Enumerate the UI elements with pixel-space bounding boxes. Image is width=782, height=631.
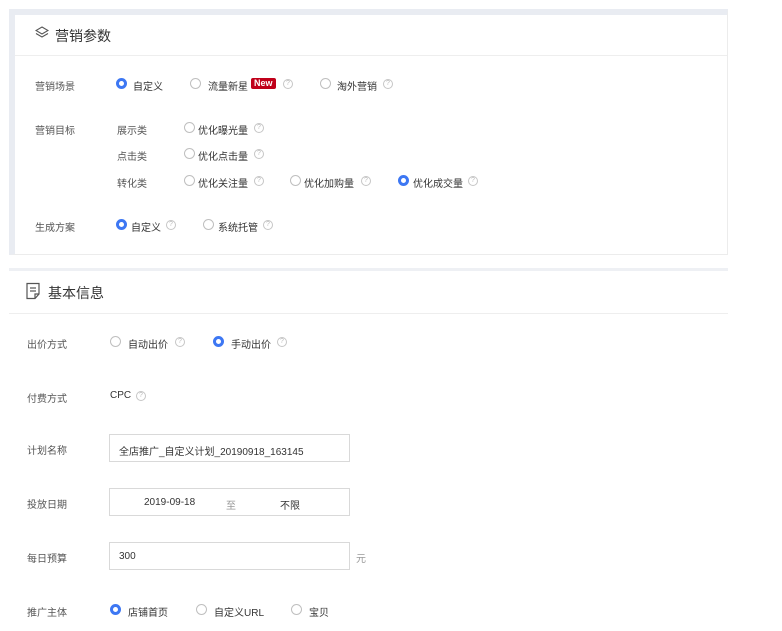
- layers-icon: [35, 26, 49, 38]
- help-icon[interactable]: ?: [383, 79, 393, 89]
- goal-exposure-label[interactable]: 优化曝光量: [198, 122, 248, 137]
- help-icon[interactable]: ?: [254, 123, 264, 133]
- date-label: 投放日期: [27, 500, 67, 511]
- budget-input[interactable]: 300: [109, 542, 350, 570]
- subject-url-radio[interactable]: [196, 604, 207, 615]
- subject-shop-radio[interactable]: [110, 604, 121, 615]
- subject-url-label[interactable]: 自定义URL: [214, 604, 264, 619]
- plan-name-label: 计划名称: [27, 446, 67, 457]
- basic-info-divider: [9, 313, 728, 314]
- plan-custom-radio[interactable]: [116, 219, 127, 230]
- subject-shop-label[interactable]: 店铺首页: [128, 604, 168, 619]
- date-separator: 至: [226, 501, 236, 512]
- bid-manual-radio[interactable]: [213, 336, 224, 347]
- document-icon: [26, 282, 40, 300]
- payment-label: 付费方式: [27, 394, 67, 405]
- help-icon[interactable]: ?: [277, 337, 287, 347]
- help-icon[interactable]: ?: [175, 337, 185, 347]
- goal-follow-label[interactable]: 优化关注量: [198, 175, 248, 190]
- plan-system-radio[interactable]: [203, 219, 214, 230]
- budget-value: 300: [119, 551, 136, 562]
- help-icon[interactable]: ?: [254, 149, 264, 159]
- scene-custom-radio[interactable]: [116, 78, 127, 89]
- goal-deal-label[interactable]: 优化成交量: [413, 175, 463, 190]
- subject-label: 推广主体: [27, 608, 67, 619]
- goal-cart-radio[interactable]: [290, 175, 301, 186]
- help-icon[interactable]: ?: [254, 176, 264, 186]
- scene-traffic-label[interactable]: 流量新星: [208, 78, 248, 93]
- help-icon[interactable]: ?: [263, 220, 273, 230]
- scene-outside-label[interactable]: 淘外营销: [337, 78, 377, 93]
- goal-label: 营销目标: [35, 126, 75, 137]
- budget-label: 每日预算: [27, 554, 67, 565]
- goal-clicks-radio[interactable]: [184, 148, 195, 159]
- basic-info-title: 基本信息: [48, 285, 104, 301]
- scene-custom-label[interactable]: 自定义: [133, 78, 163, 93]
- date-end[interactable]: 不限: [280, 497, 300, 512]
- goal-clicks-label[interactable]: 优化点击量: [198, 148, 248, 163]
- goal-display-label: 展示类: [117, 126, 147, 137]
- plan-custom-label[interactable]: 自定义: [131, 219, 161, 234]
- new-badge: New: [251, 78, 276, 89]
- goal-conversion-label: 转化类: [117, 179, 147, 190]
- marketing-params-header: [15, 15, 727, 56]
- help-icon[interactable]: ?: [361, 176, 371, 186]
- goal-cart-label[interactable]: 优化加购量: [304, 175, 354, 190]
- date-start[interactable]: 2019-09-18: [144, 497, 195, 508]
- subject-item-radio[interactable]: [291, 604, 302, 615]
- bid-manual-label[interactable]: 手动出价: [231, 336, 271, 351]
- budget-unit: 元: [356, 554, 366, 565]
- basic-info-topline: [9, 268, 728, 271]
- bid-label: 出价方式: [27, 340, 67, 351]
- scene-label: 营销场景: [35, 82, 75, 93]
- goal-click-label: 点击类: [117, 152, 147, 163]
- bid-auto-radio[interactable]: [110, 336, 121, 347]
- plan-label: 生成方案: [35, 223, 75, 234]
- payment-value: CPC: [110, 390, 132, 401]
- marketing-params-title: 营销参数: [55, 28, 111, 44]
- scene-traffic-radio[interactable]: [190, 78, 201, 89]
- plan-name-value: 全店推广_自定义计划_20190918_163145: [119, 447, 304, 458]
- plan-name-input[interactable]: 全店推广_自定义计划_20190918_163145: [109, 434, 350, 462]
- scene-outside-radio[interactable]: [320, 78, 331, 89]
- bid-auto-label[interactable]: 自动出价: [128, 336, 168, 351]
- goal-follow-radio[interactable]: [184, 175, 195, 186]
- help-icon[interactable]: ?: [166, 220, 176, 230]
- plan-system-label[interactable]: 系统托管: [218, 219, 258, 234]
- goal-deal-radio[interactable]: [398, 175, 409, 186]
- help-icon[interactable]: ?: [468, 176, 478, 186]
- goal-exposure-radio[interactable]: [184, 122, 195, 133]
- date-range-input[interactable]: 2019-09-18 至 不限: [109, 488, 350, 516]
- subject-item-label[interactable]: 宝贝: [309, 604, 329, 619]
- help-icon[interactable]: ?: [136, 391, 146, 401]
- help-icon[interactable]: ?: [283, 79, 293, 89]
